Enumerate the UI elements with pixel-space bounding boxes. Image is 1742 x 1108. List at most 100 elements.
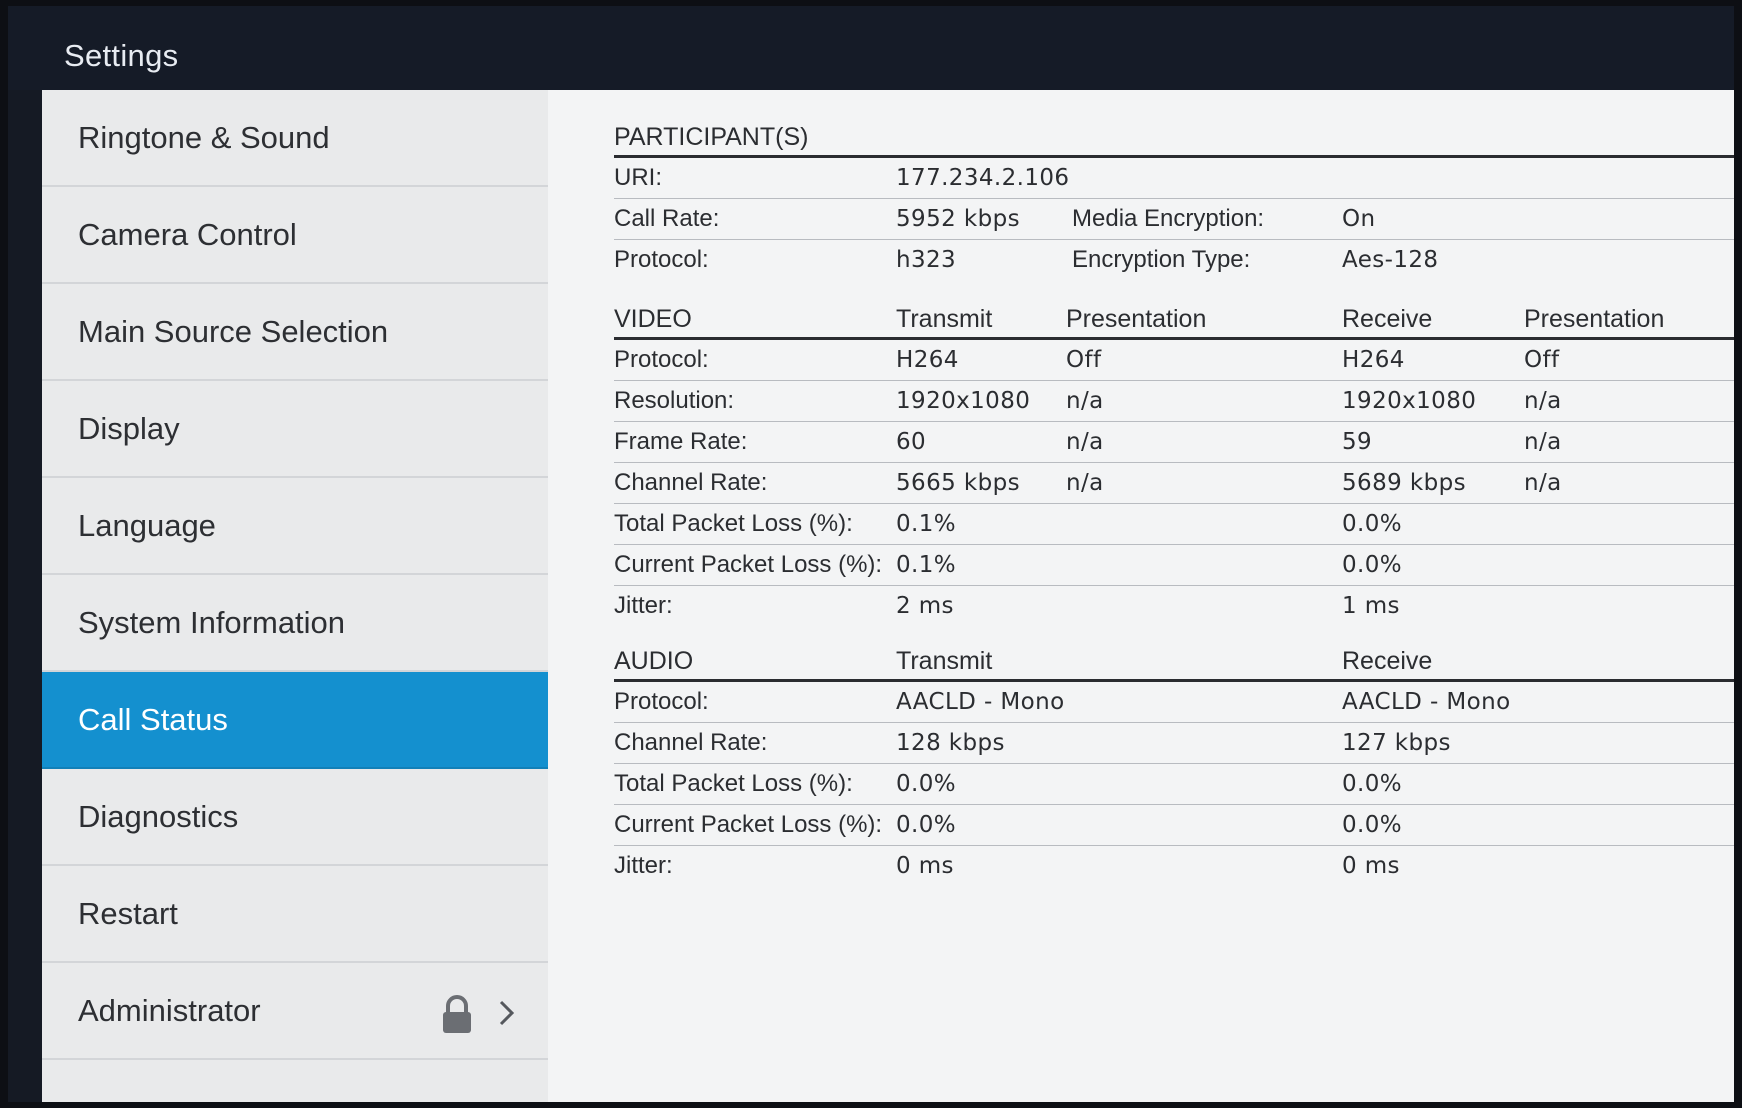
tx-value: 60 <box>896 429 927 455</box>
tx-presentation-value: n/a <box>1066 470 1104 496</box>
row-label: Jitter: <box>614 592 673 619</box>
sidebar-item-camera-control[interactable]: Camera Control <box>42 187 548 284</box>
participants-section: PARTICIPANT(S) URI: 177.234.2.106 Call R… <box>614 112 1734 280</box>
sidebar-item-language[interactable]: Language <box>42 478 548 575</box>
rx-presentation-value: n/a <box>1524 388 1562 414</box>
audio-section: AUDIO Transmit Receive Protocol: AACLD -… <box>614 636 1734 886</box>
tx-value: 0 ms <box>896 853 954 879</box>
settings-sidebar: Ringtone & Sound Camera Control Main Sou… <box>42 90 550 1102</box>
sidebar-item-label: Main Source Selection <box>78 313 389 349</box>
tx-value: 1920x1080 <box>896 388 1031 414</box>
participant-call-rate-row: Call Rate: 5952 kbps Media Encryption: O… <box>614 199 1734 240</box>
table-row: Protocol: AACLD - Mono AACLD - Mono <box>614 682 1734 723</box>
row-label: Channel Rate: <box>614 729 768 756</box>
protocol-value: h323 <box>896 247 957 273</box>
video-section: VIDEO Transmit Presentation Receive Pres… <box>614 294 1734 626</box>
table-row: Resolution: 1920x1080 n/a 1920x1080 n/a <box>614 381 1734 422</box>
row-label: Current Packet Loss (%): <box>614 551 883 578</box>
protocol-label: Protocol: <box>614 246 709 273</box>
sidebar-item-restart[interactable]: Restart <box>42 866 548 963</box>
rx-value: 1 ms <box>1342 593 1400 619</box>
table-row: Frame Rate: 60 n/a 59 n/a <box>614 422 1734 463</box>
row-label: Channel Rate: <box>614 469 768 496</box>
sidebar-item-main-source-selection[interactable]: Main Source Selection <box>42 284 548 381</box>
audio-heading: AUDIO <box>614 647 694 675</box>
table-row: Channel Rate: 5665 kbps n/a 5689 kbps n/… <box>614 463 1734 504</box>
sidebar-item-label: Diagnostics <box>78 798 239 834</box>
rx-value: 0.0% <box>1342 812 1403 838</box>
uri-value: 177.234.2.106 <box>896 165 1070 191</box>
uri-label: URI: <box>614 164 662 191</box>
tx-presentation-value: n/a <box>1066 429 1104 455</box>
rx-presentation-value: Off <box>1524 347 1560 373</box>
sidebar-item-label: Restart <box>78 895 178 931</box>
sidebar-item-label: Display <box>78 410 180 446</box>
row-label: Resolution: <box>614 387 735 414</box>
sidebar-item-system-information[interactable]: System Information <box>42 575 548 672</box>
sidebar-item-label: System Information <box>78 604 346 640</box>
participant-protocol-row: Protocol: h323 Encryption Type: Aes-128 <box>614 240 1734 280</box>
table-row: Current Packet Loss (%): 0.0% 0.0% <box>614 805 1734 846</box>
sidebar-item-label: Ringtone & Sound <box>78 119 330 155</box>
encryption-type-value: Aes-128 <box>1342 247 1439 273</box>
rx-value: 0.0% <box>1342 552 1403 578</box>
sidebar-item-ringtone-sound[interactable]: Ringtone & Sound <box>42 90 548 187</box>
lock-icon <box>443 995 471 1033</box>
encryption-type-label: Encryption Type: <box>1072 246 1251 273</box>
table-row: Jitter: 0 ms 0 ms <box>614 846 1734 886</box>
sidebar-item-label: Administrator <box>78 992 261 1028</box>
row-label: Protocol: <box>614 346 709 373</box>
table-row: Total Packet Loss (%): 0.1% 0.0% <box>614 504 1734 545</box>
table-row: Current Packet Loss (%): 0.1% 0.0% <box>614 545 1734 586</box>
video-col-tx-presentation: Presentation <box>1066 305 1207 333</box>
call-rate-value: 5952 kbps <box>896 206 1020 232</box>
window-title: Settings <box>64 38 179 73</box>
rx-value: 1920x1080 <box>1342 388 1477 414</box>
video-heading: VIDEO <box>614 305 692 333</box>
sidebar-item-label: Camera Control <box>78 216 297 252</box>
sidebar-item-administrator[interactable]: Administrator <box>42 963 548 1060</box>
video-col-receive: Receive <box>1342 305 1433 333</box>
settings-screen: Settings Ringtone & Sound Camera Control… <box>8 6 1734 1102</box>
sidebar-item-diagnostics[interactable]: Diagnostics <box>42 769 548 866</box>
table-row: Channel Rate: 128 kbps 127 kbps <box>614 723 1734 764</box>
rx-value: 59 <box>1342 429 1373 455</box>
row-label: Total Packet Loss (%): <box>614 510 853 537</box>
row-label: Current Packet Loss (%): <box>614 811 883 838</box>
rx-value: H264 <box>1342 347 1405 373</box>
rx-value: 0.0% <box>1342 511 1403 537</box>
sidebar-item-label: Language <box>78 507 216 543</box>
rx-value: 0 ms <box>1342 853 1400 879</box>
rx-presentation-value: n/a <box>1524 470 1562 496</box>
tx-value: 0.0% <box>896 771 957 797</box>
tx-value: 5665 kbps <box>896 470 1020 496</box>
rx-value: AACLD - Mono <box>1342 689 1511 715</box>
rx-value: 5689 kbps <box>1342 470 1466 496</box>
tx-value: 128 kbps <box>896 730 1005 756</box>
participant-uri-row: URI: 177.234.2.106 <box>614 158 1734 199</box>
sidebar-item-call-status[interactable]: Call Status <box>42 672 548 769</box>
sidebar-item-display[interactable]: Display <box>42 381 548 478</box>
sidebar-item-label: Call Status <box>78 701 228 737</box>
media-encryption-label: Media Encryption: <box>1072 205 1265 232</box>
media-encryption-value: On <box>1342 206 1376 232</box>
table-row: Jitter: 2 ms 1 ms <box>614 586 1734 626</box>
audio-col-transmit: Transmit <box>896 647 993 675</box>
call-rate-label: Call Rate: <box>614 205 720 232</box>
tx-value: 0.1% <box>896 552 957 578</box>
audio-header: AUDIO Transmit Receive <box>614 636 1734 682</box>
title-bar: Settings <box>8 6 1734 90</box>
row-label: Frame Rate: <box>614 428 748 455</box>
rx-value: 0.0% <box>1342 771 1403 797</box>
tx-presentation-value: n/a <box>1066 388 1104 414</box>
row-label: Protocol: <box>614 688 709 715</box>
chevron-right-icon <box>499 1000 515 1026</box>
call-status-panel: PARTICIPANT(S) URI: 177.234.2.106 Call R… <box>548 90 1734 1102</box>
participants-heading: PARTICIPANT(S) <box>614 123 809 151</box>
participants-header: PARTICIPANT(S) <box>614 112 1734 158</box>
rx-value: 127 kbps <box>1342 730 1451 756</box>
rx-presentation-value: n/a <box>1524 429 1562 455</box>
video-header: VIDEO Transmit Presentation Receive Pres… <box>614 294 1734 340</box>
row-label: Jitter: <box>614 852 673 879</box>
tx-value: 0.1% <box>896 511 957 537</box>
